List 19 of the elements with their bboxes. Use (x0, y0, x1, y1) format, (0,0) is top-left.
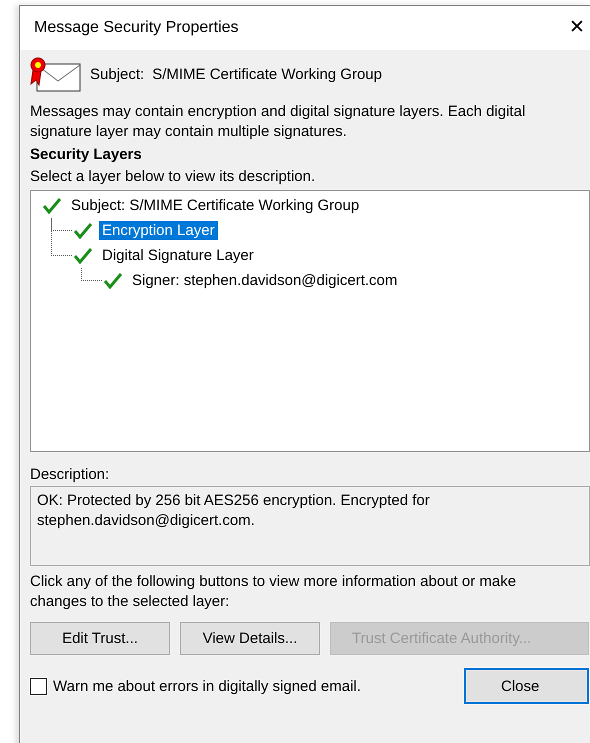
tree-item[interactable]: Signer: stephen.davidson@digicert.com (129, 271, 400, 290)
tree-item[interactable]: Encryption Layer (99, 221, 218, 240)
warn-checkbox[interactable]: Warn me about errors in digitally signed email. (30, 678, 464, 694)
hint-text: Click any of the following buttons to view more information about or make changes to the selected layer: (30, 572, 518, 612)
window-title: Message Security Properties (34, 19, 239, 37)
section-heading: Security Layers (30, 145, 143, 165)
subject-label: Subject: (90, 66, 144, 82)
action-button[interactable]: View Details... (180, 622, 320, 655)
tree-item[interactable]: Subject: S/MIME Certificate Working Group (68, 196, 362, 215)
hint-text: Select a layer below to view its description. (30, 167, 316, 187)
intro-text: Messages may contain encryption and digital signature layers. Each digital signature layer may contain multiple signatures. (30, 102, 526, 142)
close-button[interactable]: ✕ (566, 16, 588, 38)
tree-item[interactable]: Digital Signature Layer (99, 246, 257, 265)
subject-value: S/MIME Certificate Working Group (152, 66, 382, 82)
description-label: Description: (30, 465, 110, 485)
description-field: OK: Protected by 256 bit AES256 encryption. Encrypted for stephen.davidson@digicert.com. (30, 486, 590, 566)
close-button[interactable]: Close (464, 668, 589, 704)
action-button[interactable]: Edit Trust... (30, 622, 170, 655)
sealed-envelope-icon (30, 56, 82, 92)
